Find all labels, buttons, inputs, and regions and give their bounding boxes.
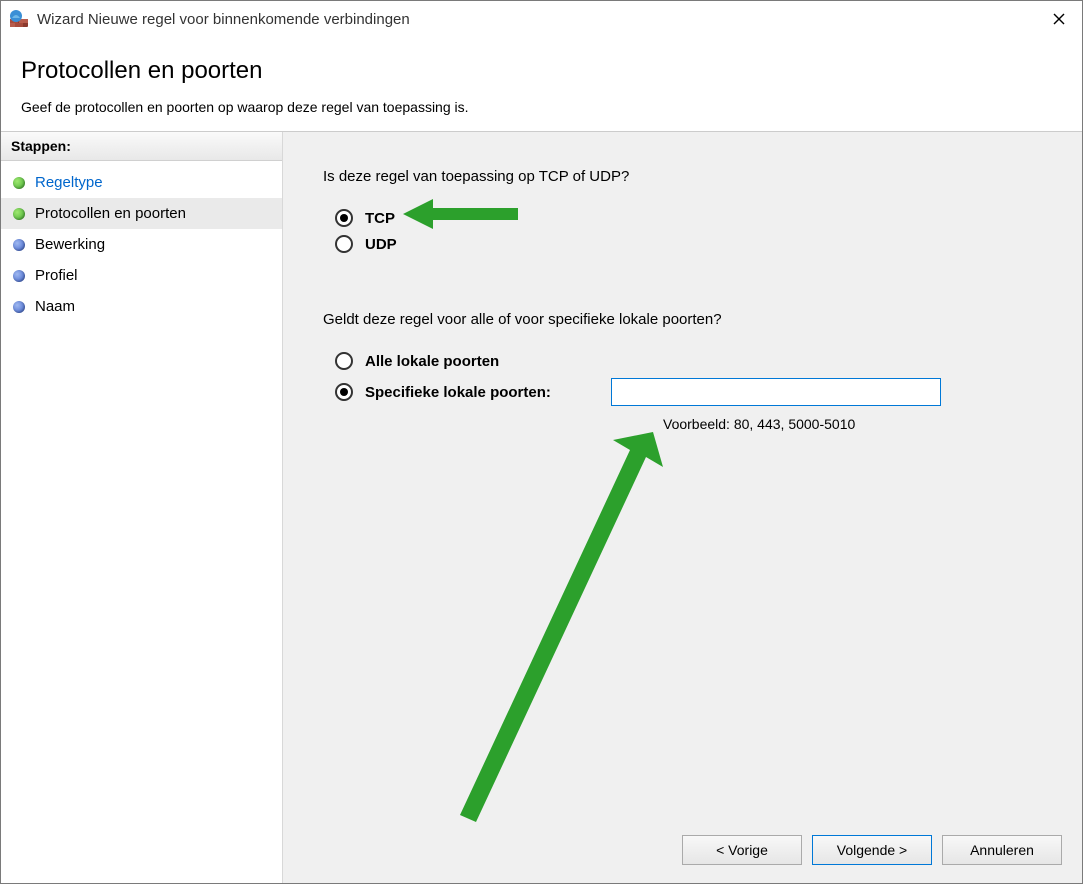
steps-sidebar: Stappen: Regeltype Protocollen en poorte…	[1, 132, 283, 883]
step-protocollen-en-poorten[interactable]: Protocollen en poorten	[1, 198, 282, 229]
step-bewerking[interactable]: Bewerking	[1, 229, 282, 260]
next-button[interactable]: Volgende >	[812, 835, 932, 865]
wizard-footer: < Vorige Volgende > Annuleren	[682, 835, 1062, 865]
radio-icon	[335, 352, 353, 370]
wizard-body: Stappen: Regeltype Protocollen en poorte…	[1, 132, 1082, 883]
radio-icon	[335, 235, 353, 253]
step-label: Profiel	[35, 267, 78, 284]
window-title: Wizard Nieuwe regel voor binnenkomende v…	[37, 11, 1036, 28]
bullet-icon	[13, 239, 25, 251]
radio-all-ports[interactable]: Alle lokale poorten	[323, 348, 1042, 374]
step-profiel[interactable]: Profiel	[1, 260, 282, 291]
question-ports: Geldt deze regel voor alle of voor speci…	[323, 311, 1042, 328]
question-protocol: Is deze regel van toepassing op TCP of U…	[323, 168, 1042, 185]
step-regeltype[interactable]: Regeltype	[1, 167, 282, 198]
radio-label-all-ports: Alle lokale poorten	[365, 353, 499, 370]
annotation-arrow-2-icon	[448, 432, 668, 832]
specific-ports-input[interactable]	[611, 378, 941, 406]
close-icon	[1053, 13, 1065, 25]
steps-list: Regeltype Protocollen en poorten Bewerki…	[1, 161, 282, 328]
radio-specific-ports-row: Specifieke lokale poorten:	[323, 374, 1042, 410]
firewall-wizard-icon	[9, 9, 29, 29]
wizard-window: Wizard Nieuwe regel voor binnenkomende v…	[0, 0, 1083, 884]
radio-tcp[interactable]: TCP	[323, 205, 1042, 231]
radio-icon[interactable]	[335, 383, 353, 401]
bullet-icon	[13, 177, 25, 189]
ports-example-text: Voorbeeld: 80, 443, 5000-5010	[663, 416, 1042, 432]
bullet-icon	[13, 208, 25, 220]
wizard-header: Protocollen en poorten Geef de protocoll…	[1, 37, 1082, 132]
step-label: Bewerking	[35, 236, 105, 253]
radio-label-udp: UDP	[365, 236, 397, 253]
radio-udp[interactable]: UDP	[323, 231, 1042, 257]
step-label: Protocollen en poorten	[35, 205, 186, 222]
radio-icon	[335, 209, 353, 227]
page-subtitle: Geef de protocollen en poorten op waarop…	[21, 99, 1062, 115]
back-button[interactable]: < Vorige	[682, 835, 802, 865]
radio-label-tcp: TCP	[365, 210, 395, 227]
step-label: Naam	[35, 298, 75, 315]
titlebar: Wizard Nieuwe regel voor binnenkomende v…	[1, 1, 1082, 37]
wizard-content: Is deze regel van toepassing op TCP of U…	[283, 132, 1082, 883]
close-button[interactable]	[1036, 1, 1082, 37]
page-title: Protocollen en poorten	[21, 57, 1062, 85]
radio-label-specific-ports[interactable]: Specifieke lokale poorten:	[365, 384, 551, 401]
step-naam[interactable]: Naam	[1, 291, 282, 322]
bullet-icon	[13, 270, 25, 282]
step-label: Regeltype	[35, 174, 103, 191]
cancel-button[interactable]: Annuleren	[942, 835, 1062, 865]
bullet-icon	[13, 301, 25, 313]
steps-header: Stappen:	[1, 132, 282, 161]
